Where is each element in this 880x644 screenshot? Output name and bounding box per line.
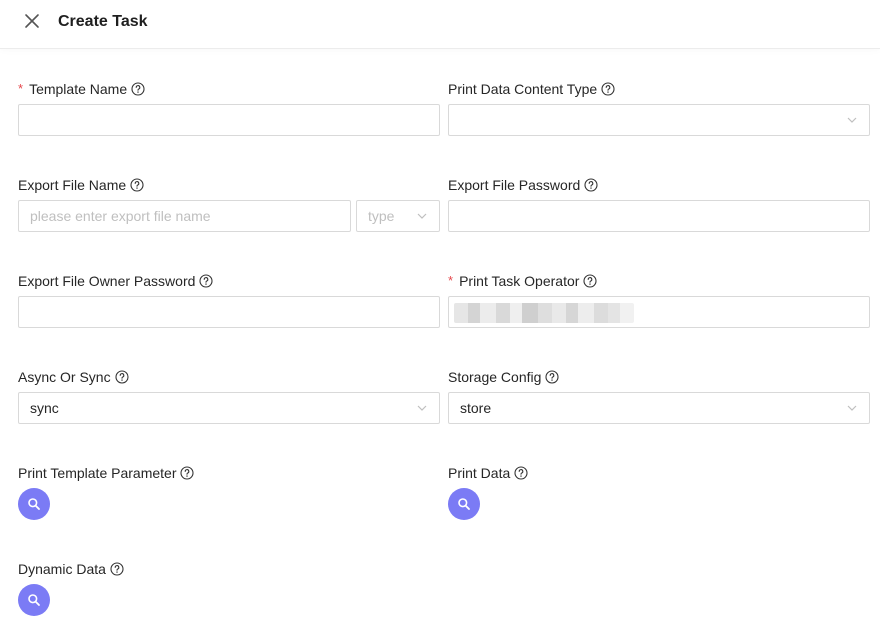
print-data-content-type-label: Print Data Content Type bbox=[448, 80, 870, 98]
question-circle-icon[interactable] bbox=[110, 562, 124, 576]
print-template-parameter-field: Print Template Parameter bbox=[18, 464, 440, 520]
export-file-owner-password-label: Export File Owner Password bbox=[18, 272, 440, 290]
redacted-operator-value bbox=[454, 303, 634, 323]
print-template-parameter-label: Print Template Parameter bbox=[18, 464, 440, 482]
print-data-search-button[interactable] bbox=[448, 488, 480, 520]
required-mark: * bbox=[448, 273, 454, 288]
question-circle-icon[interactable] bbox=[514, 466, 528, 480]
storage-config-field: Storage Config store bbox=[448, 368, 870, 424]
template-name-field: * Template Name bbox=[18, 80, 440, 136]
question-circle-icon[interactable] bbox=[131, 82, 145, 96]
print-task-operator-label: * Print Task Operator bbox=[448, 272, 870, 290]
question-circle-icon[interactable] bbox=[583, 274, 597, 288]
close-icon bbox=[25, 14, 39, 28]
storage-config-select[interactable]: store bbox=[448, 392, 870, 424]
question-circle-icon[interactable] bbox=[545, 370, 559, 384]
question-circle-icon[interactable] bbox=[601, 82, 615, 96]
required-mark: * bbox=[18, 81, 24, 96]
export-file-name-input[interactable] bbox=[18, 200, 351, 232]
print-task-operator-field: * Print Task Operator bbox=[448, 272, 870, 328]
dynamic-data-label: Dynamic Data bbox=[18, 560, 440, 578]
page-title: Create Task bbox=[58, 13, 148, 30]
close-button[interactable] bbox=[22, 11, 42, 31]
print-data-label: Print Data bbox=[448, 464, 870, 482]
search-icon bbox=[458, 498, 470, 510]
export-file-name-field: Export File Name type bbox=[18, 176, 440, 232]
template-name-label: * Template Name bbox=[18, 80, 440, 98]
async-or-sync-field: Async Or Sync sync bbox=[18, 368, 440, 424]
dynamic-data-search-button[interactable] bbox=[18, 584, 50, 616]
chevron-down-icon bbox=[846, 402, 858, 414]
export-file-password-label: Export File Password bbox=[448, 176, 870, 194]
print-data-field: Print Data bbox=[448, 464, 870, 520]
export-file-owner-password-field: Export File Owner Password bbox=[18, 272, 440, 328]
async-or-sync-label: Async Or Sync bbox=[18, 368, 440, 386]
search-icon bbox=[28, 498, 40, 510]
async-or-sync-select[interactable]: sync bbox=[18, 392, 440, 424]
drawer-header: Create Task bbox=[0, 0, 880, 49]
dynamic-data-field: Dynamic Data bbox=[18, 560, 440, 616]
question-circle-icon[interactable] bbox=[199, 274, 213, 288]
question-circle-icon[interactable] bbox=[180, 466, 195, 480]
chevron-down-icon bbox=[846, 114, 858, 126]
storage-config-label: Storage Config bbox=[448, 368, 870, 386]
export-file-name-label: Export File Name bbox=[18, 176, 440, 194]
search-icon bbox=[28, 594, 40, 606]
export-file-password-field: Export File Password bbox=[448, 176, 870, 232]
export-file-password-input[interactable] bbox=[448, 200, 870, 232]
print-data-content-type-field: Print Data Content Type bbox=[448, 80, 870, 136]
template-name-input[interactable] bbox=[18, 104, 440, 136]
chevron-down-icon bbox=[416, 402, 428, 414]
print-task-operator-input[interactable] bbox=[448, 296, 870, 328]
export-file-owner-password-input[interactable] bbox=[18, 296, 440, 328]
question-circle-icon[interactable] bbox=[115, 370, 129, 384]
export-file-type-select[interactable]: type bbox=[356, 200, 440, 232]
print-data-content-type-select[interactable] bbox=[448, 104, 870, 136]
question-circle-icon[interactable] bbox=[584, 178, 598, 192]
question-circle-icon[interactable] bbox=[130, 178, 144, 192]
chevron-down-icon bbox=[416, 210, 428, 222]
print-template-parameter-search-button[interactable] bbox=[18, 488, 50, 520]
